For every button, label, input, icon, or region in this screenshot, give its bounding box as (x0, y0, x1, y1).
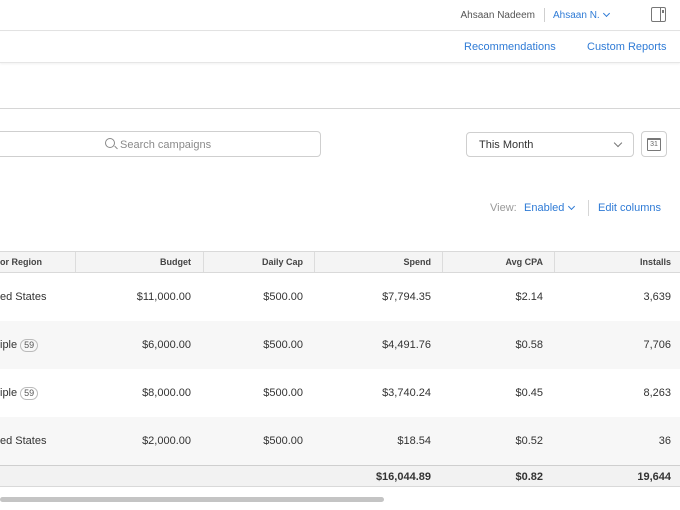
chevron-down-icon (613, 138, 623, 148)
region-text: ed States (0, 291, 47, 303)
cell-region: ed States (0, 435, 46, 447)
horizontal-scrollbar[interactable] (0, 497, 384, 502)
cell-daily-cap: $500.00 (263, 291, 303, 303)
cell-installs: 3,639 (643, 291, 671, 303)
cell-budget: $6,000.00 (142, 339, 191, 351)
section-divider (0, 108, 680, 109)
total-spend: $16,044.89 (375, 471, 431, 483)
region-count-badge[interactable]: 59 (20, 339, 39, 352)
column-header-daily-cap[interactable]: Daily Cap (262, 257, 303, 267)
column-divider (75, 252, 76, 272)
column-header-installs[interactable]: Installs (640, 257, 671, 267)
campaigns-table: or Region Budget Daily Cap Spend Avg CPA… (0, 251, 680, 487)
cell-budget: $2,000.00 (142, 435, 191, 447)
chevron-down-icon (568, 202, 576, 211)
account-menu-label: Ahsaan N. (553, 10, 600, 21)
cell-region: iple 59 (0, 387, 39, 400)
search-box[interactable] (0, 131, 321, 157)
view-select-label: Enabled (524, 202, 565, 214)
cell-avg-cpa: $0.52 (515, 435, 543, 447)
table-row[interactable]: iple 59 $8,000.00 $500.00 $3,740.24 $0.45… (0, 369, 680, 417)
view-divider (588, 200, 589, 216)
custom-reports-link[interactable]: Custom Reports (587, 41, 666, 53)
total-avg-cpa: $0.82 (515, 471, 543, 483)
recommendations-link[interactable]: Recommendations (464, 41, 556, 53)
cell-spend: $4,491.76 (382, 339, 431, 351)
chevron-down-icon (602, 9, 610, 18)
column-divider (442, 252, 443, 272)
totals-row: $16,044.89 $0.82 19,644 (0, 465, 680, 487)
column-header-region[interactable]: or Region (0, 257, 42, 267)
view-label: View: (490, 202, 517, 214)
cell-daily-cap: $500.00 (263, 339, 303, 351)
cell-budget: $11,000.00 (136, 291, 191, 303)
date-range-label: This Month (479, 139, 534, 151)
search-input[interactable] (120, 137, 310, 152)
date-range-select[interactable]: This Month (466, 132, 634, 157)
calendar-icon: 31 (647, 138, 661, 151)
total-installs: 19,644 (637, 471, 671, 483)
cell-installs: 36 (658, 435, 671, 447)
nav-bar: Recommendations Custom Reports (0, 32, 680, 63)
cell-region: iple 59 (0, 339, 39, 352)
cell-avg-cpa: $0.45 (515, 387, 543, 399)
view-select[interactable]: Enabled (524, 202, 576, 214)
table-header: or Region Budget Daily Cap Spend Avg CPA… (0, 251, 680, 273)
user-name: Ahsaan Nadeem (460, 10, 536, 21)
account-menu[interactable]: Ahsaan N. (553, 9, 610, 21)
edit-columns-link[interactable]: Edit columns (598, 202, 661, 214)
column-header-avg-cpa[interactable]: Avg CPA (505, 257, 543, 267)
cell-spend: $18.54 (397, 435, 431, 447)
cell-installs: 8,263 (643, 387, 671, 399)
column-divider (203, 252, 204, 272)
table-row[interactable]: ed States $11,000.00 $500.00 $7,794.35 $… (0, 273, 680, 321)
column-divider (554, 252, 555, 272)
region-text: iple (0, 339, 18, 351)
cell-spend: $7,794.35 (382, 291, 431, 303)
user-bar-divider (544, 8, 545, 22)
calendar-button[interactable]: 31 (641, 131, 667, 157)
table-row[interactable]: ed States $2,000.00 $500.00 $18.54 $0.52… (0, 417, 680, 465)
cell-daily-cap: $500.00 (263, 387, 303, 399)
column-header-budget[interactable]: Budget (160, 257, 191, 267)
cell-spend: $3,740.24 (382, 387, 431, 399)
cell-avg-cpa: $0.58 (515, 339, 543, 351)
cell-avg-cpa: $2.14 (515, 291, 543, 303)
cell-region: ed States (0, 291, 46, 303)
column-header-spend[interactable]: Spend (403, 257, 431, 267)
column-divider (314, 252, 315, 272)
region-count-badge[interactable]: 59 (20, 387, 39, 400)
sidebar-toggle-icon[interactable] (651, 7, 666, 22)
cell-installs: 7,706 (643, 339, 671, 351)
search-icon (105, 138, 115, 148)
region-text: iple (0, 387, 18, 399)
user-bar: Ahsaan Nadeem Ahsaan N. (0, 0, 680, 31)
cell-daily-cap: $500.00 (263, 435, 303, 447)
region-text: ed States (0, 435, 47, 447)
table-row[interactable]: iple 59 $6,000.00 $500.00 $4,491.76 $0.58… (0, 321, 680, 369)
cell-budget: $8,000.00 (142, 387, 191, 399)
